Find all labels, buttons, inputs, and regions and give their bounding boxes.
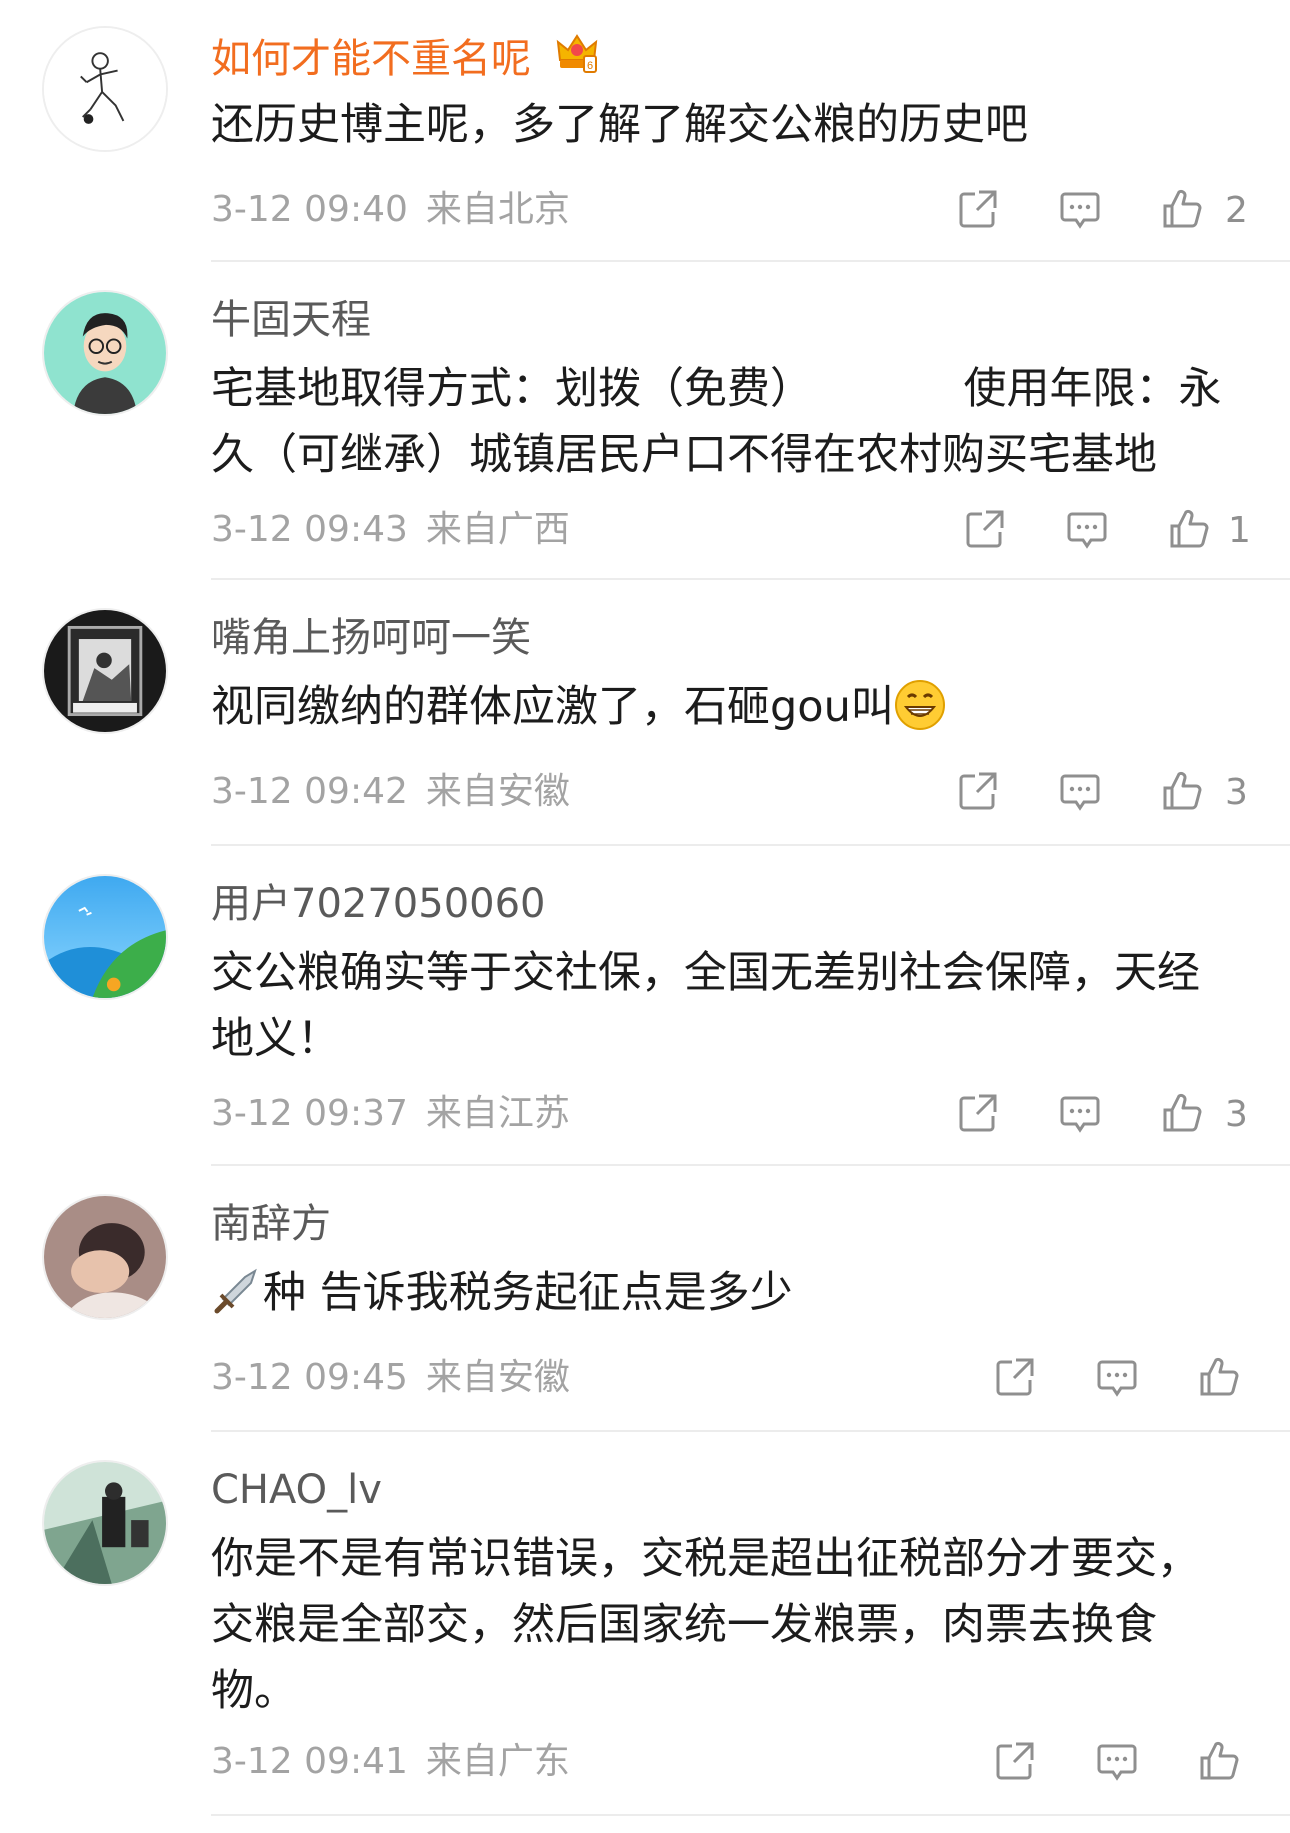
comment-button[interactable] [1094,1738,1140,1788]
comment-meta: 3-12 09:43 来自广西 [211,506,570,554]
divider [211,844,1290,846]
comment-time: 3-12 09:40 [211,189,408,230]
username[interactable]: 如何才能不重名呢 6 [211,30,600,85]
comment-meta: 3-12 09:41 来自广东 [211,1738,570,1786]
avatar[interactable] [42,874,168,1000]
share-icon [959,772,997,810]
comment-text: 你是不是有常识错误，交税是超出征税部分才要交，交粮是全部交，然后国家统一发粮票，… [211,1534,1200,1716]
comment-time: 3-12 09:45 [211,1357,408,1398]
like-button[interactable] [1159,768,1205,818]
action-bar: 2 [955,186,1255,236]
comment-location: 来自安徽 [425,771,570,812]
crown-icon: 6 [554,30,600,76]
like-icon [1200,1741,1239,1780]
grin-emoji [894,679,946,731]
like-count: 3 [1225,772,1248,813]
share-icon [996,1358,1034,1396]
comment-time: 3-12 09:42 [211,771,408,812]
sword-emoji [211,1265,263,1317]
like-button[interactable] [1196,1738,1242,1788]
like-count: 2 [1225,190,1248,231]
username[interactable]: 南辞方 [211,1198,331,1250]
comment-location: 来自江苏 [425,1093,570,1134]
share-icon [966,510,1004,548]
comment-icon [1060,192,1100,229]
comment-button[interactable] [1094,1354,1140,1404]
share-button[interactable] [955,768,1001,818]
comment-icon [1060,774,1100,811]
divider [211,260,1290,262]
comment-item: 如何才能不重名呢 6 还历史博主呢，多了解了解交公粮的历史吧 3-12 09:4… [0,0,1290,262]
like-button[interactable] [1196,1354,1242,1404]
comment-icon [1097,1360,1137,1397]
comment-item: 用户7027050060 交公粮确实等于交社保，全国无差别社会保障，天经地义！ … [0,848,1290,1166]
action-bar: 3 [955,768,1255,818]
share-button[interactable] [955,1090,1001,1140]
comment-location: 来自安徽 [425,1357,570,1398]
comment-button[interactable] [1064,506,1110,556]
avatar[interactable] [42,1194,168,1320]
comment-meta: 3-12 09:45 来自安徽 [211,1354,570,1402]
comment-button[interactable] [1057,186,1103,236]
divider [211,1164,1290,1166]
like-icon [1200,1357,1239,1396]
like-count: 1 [1228,510,1251,551]
comment-button[interactable] [1057,1090,1103,1140]
avatar[interactable] [42,608,168,734]
username[interactable]: 嘴角上扬呵呵一笑 [211,612,531,664]
username[interactable]: 用户7027050060 [211,878,546,930]
share-button[interactable] [992,1354,1038,1404]
comment-time: 3-12 09:41 [211,1741,408,1782]
like-button[interactable] [1159,186,1205,236]
comment-text: 交公粮确实等于交社保，全国无差别社会保障，天经地义！ [211,948,1200,1064]
action-bar: 3 [955,1090,1255,1140]
comment-meta: 3-12 09:42 来自安徽 [211,768,570,816]
share-button[interactable] [992,1738,1038,1788]
like-icon [1163,189,1202,228]
username[interactable]: CHAO_lv [211,1464,382,1516]
share-button[interactable] [955,186,1001,236]
username[interactable]: 牛固天程 [211,294,371,346]
comment-icon [1067,512,1107,549]
like-icon [1163,771,1202,810]
comment-icon [1097,1744,1137,1781]
divider [211,1430,1290,1432]
comment-item: 牛固天程 宅基地取得方式：划拨（免费） 使用年限：永久（可继承）城镇居民户口不得… [0,264,1290,580]
like-count: 3 [1225,1094,1248,1135]
comment-list: 如何才能不重名呢 6 还历史博主呢，多了解了解交公粮的历史吧 3-12 09:4… [0,0,1290,1833]
svg-text:6: 6 [587,60,593,72]
like-button[interactable] [1166,506,1212,556]
comment-time: 3-12 09:37 [211,1093,408,1134]
action-bar [992,1354,1252,1404]
comment-text: 宅基地取得方式：划拨（免费） 使用年限：永久（可继承）城镇居民户口不得在农村购买… [211,364,1222,480]
comment-button[interactable] [1057,768,1103,818]
comment-item: CHAO_lv 你是不是有常识错误，交税是超出征税部分才要交，交粮是全部交，然后… [0,1434,1290,1833]
like-icon [1163,1093,1202,1132]
comment-meta: 3-12 09:40 来自北京 [211,186,570,234]
like-icon [1170,509,1209,548]
avatar[interactable] [42,1460,168,1586]
comment-location: 来自广西 [425,509,570,550]
share-icon [959,190,997,228]
action-bar [992,1738,1252,1788]
comment-location: 来自北京 [425,189,570,230]
comment-item: 嘴角上扬呵呵一笑 视同缴纳的群体应激了，石砸gou叫 3-12 09:42 来自安… [0,582,1290,846]
divider [211,1814,1290,1816]
divider [211,578,1290,580]
share-button[interactable] [962,506,1008,556]
comment-text: 视同缴纳的群体应激了，石砸gou叫 [211,674,1241,740]
comment-meta: 3-12 09:37 来自江苏 [211,1090,570,1138]
comment-icon [1060,1096,1100,1133]
comment-text: 种 告诉我税务起征点是多少 [211,1260,1241,1326]
action-bar: 1 [962,506,1262,556]
like-button[interactable] [1159,1090,1205,1140]
share-icon [959,1094,997,1132]
comment-item: 南辞方 种 告诉我税务起征点是多少 3-12 09:45 来自安徽 [0,1168,1290,1432]
avatar[interactable] [42,290,168,416]
comment-text: 还历史博主呢，多了解了解交公粮的历史吧 [211,100,1028,150]
comment-location: 来自广东 [425,1741,570,1782]
comment-time: 3-12 09:43 [211,509,408,550]
avatar[interactable] [42,26,168,152]
share-icon [996,1742,1034,1780]
